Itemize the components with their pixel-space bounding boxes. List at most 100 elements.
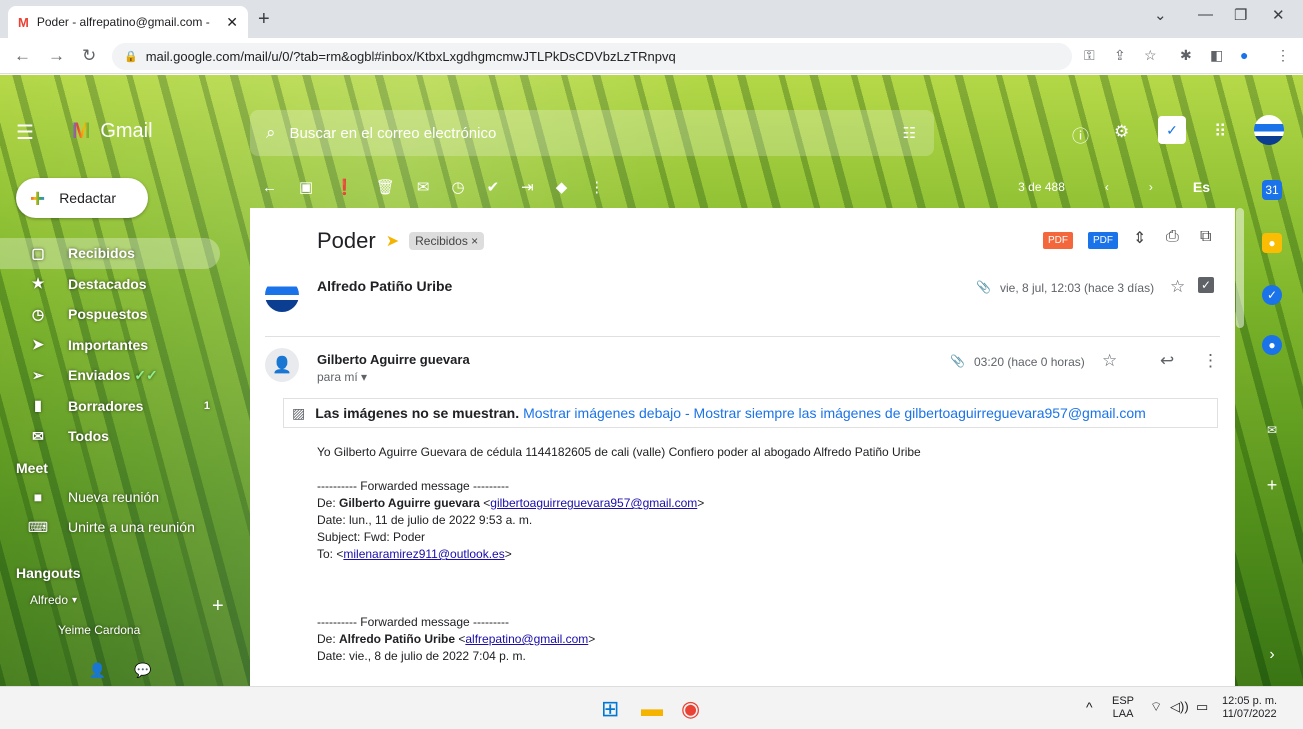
profile-icon[interactable]: ● — [1240, 47, 1248, 63]
extensions-icon[interactable]: ✱ — [1180, 47, 1192, 64]
reload-icon[interactable]: ↻ — [82, 46, 96, 66]
contacts-icon[interactable]: 👤 — [89, 662, 106, 679]
pager: 3 de 488 ‹ › Es — [1018, 179, 1232, 195]
input-language[interactable]: ESP LAA — [1112, 695, 1134, 721]
search-icon[interactable]: ⌕ — [266, 123, 276, 143]
snooze-icon[interactable]: ◷ — [452, 178, 465, 196]
meet-new-meeting[interactable]: ■ Nueva reunión — [0, 482, 240, 513]
move-to-icon[interactable]: ⇥ — [521, 178, 534, 196]
account-avatar[interactable] — [1254, 115, 1284, 145]
close-window-button[interactable]: ✕ — [1272, 6, 1285, 24]
file-explorer-icon[interactable]: ▬ — [641, 696, 663, 722]
star-icon[interactable]: ☆ — [1170, 277, 1185, 297]
forward-separator: ---------- Forwarded message --------- — [317, 615, 509, 629]
url-field[interactable]: 🔒 mail.google.com/mail/u/0/?tab=rm&ogbl#… — [112, 43, 1072, 70]
sidebar-item-destacados[interactable]: ★ Destacados — [0, 269, 240, 300]
report-spam-icon[interactable]: ❗ — [335, 178, 354, 196]
get-addons-icon[interactable]: + — [1262, 475, 1282, 495]
more-icon[interactable]: ⋮ — [1202, 351, 1219, 371]
main-menu-icon[interactable]: ☰ — [16, 120, 34, 145]
expand-all-icon[interactable]: ⇕ — [1133, 228, 1146, 248]
meet-join-meeting[interactable]: ⌨ Unirte a una reunión — [0, 512, 240, 543]
sidepanel-icon[interactable]: ◧ — [1210, 47, 1223, 64]
inbox-label-chip[interactable]: Recibidos × — [409, 232, 485, 250]
new-tab-button[interactable]: + — [258, 8, 270, 31]
search-input[interactable]: ⌕ Buscar en el correo electrónico ☷ — [250, 110, 934, 156]
addon-icon[interactable]: ✉ — [1262, 420, 1282, 440]
sidebar-item-label: Pospuestos — [68, 306, 148, 323]
hangouts-contact[interactable]: Yeime Cardona — [0, 613, 240, 647]
calendar-icon[interactable]: 31 — [1262, 180, 1282, 200]
back-to-inbox-icon[interactable]: ← — [262, 179, 277, 196]
sidebar-item-borradores[interactable]: ▮ Borradores 1 — [0, 391, 240, 422]
always-show-images-link[interactable]: Mostrar siempre las imágenes de gilberto… — [694, 405, 1146, 421]
mail-icon: ✉ — [32, 427, 44, 444]
minimize-button[interactable]: — — [1198, 6, 1213, 23]
search-options-icon[interactable]: ☷ — [903, 124, 916, 142]
back-icon[interactable]: ← — [14, 46, 31, 66]
help-icon[interactable]: ⓘ — [1072, 122, 1089, 147]
pdf-extension-icon[interactable]: PDF — [1043, 232, 1073, 249]
labels-icon[interactable]: ◆ — [556, 178, 568, 196]
check-extension-icon[interactable]: ✓ — [1198, 277, 1215, 293]
chat-bubble-icon[interactable]: 💬 — [134, 662, 151, 679]
windows-start-icon[interactable]: ⊞ — [601, 696, 619, 722]
show-hidden-icons-icon[interactable]: ^ — [1086, 700, 1093, 714]
forward-icon[interactable]: → — [48, 46, 65, 66]
restore-button[interactable]: ❐ — [1234, 6, 1247, 24]
newer-icon[interactable]: ‹ — [1105, 180, 1109, 194]
open-new-window-icon[interactable]: ⧉ — [1200, 228, 1211, 246]
search-placeholder: Buscar en el correo electrónico — [289, 124, 497, 142]
keep-icon[interactable]: ● — [1262, 233, 1282, 253]
star-icon[interactable]: ☆ — [1102, 351, 1117, 371]
clock[interactable]: 12:05 p. m. 11/07/2022 — [1222, 695, 1277, 721]
pdf-blue-extension-icon[interactable]: PDF — [1088, 232, 1118, 249]
gmail-app: ☰ M Gmail ⌕ Buscar en el correo electrón… — [0, 75, 1303, 686]
reply-icon[interactable]: ↩ — [1160, 351, 1174, 371]
volume-icon[interactable]: ◁)) — [1170, 700, 1189, 713]
from-email-link[interactable]: gilbertoaguirreguevara957@gmail.com — [490, 496, 697, 510]
more-options-icon[interactable]: ⋮ — [589, 178, 604, 196]
from-email-link[interactable]: alfrepatino@gmail.com — [465, 632, 588, 646]
apps-grid-icon[interactable]: ⠿ — [1214, 122, 1226, 142]
message-collapsed[interactable]: Alfredo Patiño Uribe 📎 vie, 8 jul, 12:03… — [250, 270, 1235, 334]
print-icon[interactable]: ⎙ — [1166, 228, 1179, 246]
close-tab-icon[interactable]: ✕ — [226, 14, 238, 31]
sidebar-item-importantes[interactable]: ➤ Importantes — [0, 330, 240, 361]
important-marker-icon[interactable]: ➤ — [386, 231, 399, 251]
hangouts-add-icon[interactable]: + — [212, 595, 224, 618]
video-icon: ■ — [33, 488, 43, 505]
mark-unread-icon[interactable]: ✉ — [417, 178, 430, 196]
wifi-icon[interactable]: ⌔ — [1150, 700, 1162, 713]
browser-tab[interactable]: M Poder - alfrepatino@gmail.com - ✕ — [8, 6, 248, 38]
sidebar-item-enviados[interactable]: ➢ Enviados ✓✓ — [0, 360, 240, 391]
sidebar-item-todos[interactable]: ✉ Todos — [0, 421, 240, 452]
older-icon[interactable]: › — [1149, 180, 1153, 194]
sidebar-item-recibidos[interactable]: ▢ Recibidos — [0, 238, 220, 269]
sidebar-item-pospuestos[interactable]: ◷ Pospuestos — [0, 299, 240, 330]
key-icon[interactable]: ⚿ — [1084, 47, 1095, 64]
compose-button[interactable]: + Redactar — [16, 178, 148, 218]
tasks-icon[interactable]: ✓ — [1262, 285, 1282, 305]
menu-kebab-icon[interactable]: ⋮ — [1276, 47, 1290, 64]
chrome-icon[interactable]: ◉ — [681, 696, 700, 722]
delete-icon[interactable]: 🗑 — [376, 178, 395, 196]
battery-icon[interactable]: ▭ — [1196, 700, 1208, 713]
share-icon[interactable]: ⇪ — [1114, 47, 1126, 64]
reading-pane-scrollbar[interactable] — [1236, 208, 1244, 328]
recipient-label[interactable]: para mí ▾ — [317, 370, 367, 384]
tab-search-icon[interactable]: ⌄ — [1154, 6, 1167, 24]
gmail-logo[interactable]: M Gmail — [72, 118, 153, 144]
expand-panel-icon[interactable]: › — [1262, 645, 1282, 665]
pro-extension-icon[interactable]: ✓ — [1158, 116, 1186, 144]
input-tools-lang[interactable]: Es — [1193, 179, 1210, 195]
lang-layout: LAA — [1112, 708, 1134, 720]
hangouts-user[interactable]: Alfredo ▾ — [0, 587, 240, 613]
settings-gear-icon[interactable]: ⚙ — [1114, 122, 1129, 142]
add-task-icon[interactable]: ✔ — [487, 178, 500, 196]
show-images-link[interactable]: Mostrar imágenes debajo — [523, 405, 681, 421]
archive-icon[interactable]: ▣ — [299, 178, 313, 196]
to-email-link[interactable]: milenaramirez911@outlook.es — [343, 547, 504, 561]
bookmark-star-icon[interactable]: ☆ — [1144, 47, 1157, 64]
contacts-panel-icon[interactable]: ● — [1262, 335, 1282, 355]
